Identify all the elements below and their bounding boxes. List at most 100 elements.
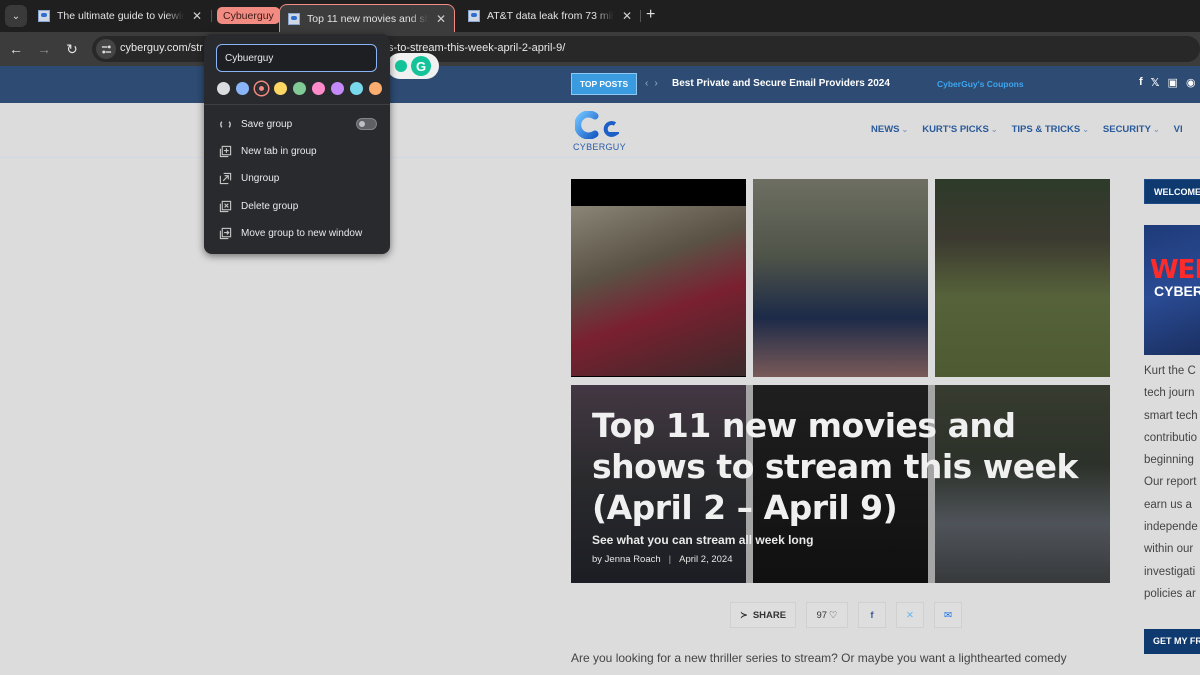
like-button[interactable]: 97 ♡ [806, 602, 848, 628]
nav-news[interactable]: NEWS ⌄ [871, 124, 908, 135]
menu-item-label: Save group [241, 118, 293, 130]
reload-button[interactable]: ↻ [62, 39, 82, 59]
about-line: Kurt the C [1144, 365, 1196, 377]
arrow-left-icon: ← [9, 41, 23, 57]
color-swatch-blue[interactable] [236, 82, 249, 95]
nav-label: KURT'S PICKS [922, 124, 989, 135]
about-line: independe [1144, 521, 1198, 534]
move-window-icon [218, 226, 232, 240]
delete-group-icon [218, 199, 232, 213]
instagram-icon[interactable]: ▣ [1168, 76, 1178, 89]
site-top-bar: TOP POSTS ‹› Best Private and Secure Ema… [0, 66, 1200, 103]
site-info-button[interactable] [96, 39, 116, 59]
logo-text: CYBERGUY [573, 142, 626, 152]
color-swatch-green[interactable] [293, 82, 306, 95]
chevron-down-icon: ⌄ [1152, 125, 1160, 134]
arrow-right-icon: → [37, 41, 51, 57]
article-lead-paragraph: Are you looking for a new thriller serie… [571, 651, 1067, 665]
tab-1[interactable]: The ultimate guide to viewing t ✕ [30, 4, 210, 28]
about-line: beginning [1144, 454, 1194, 467]
chevron-left-icon[interactable]: ‹ [645, 78, 654, 89]
publish-date: April 2, 2024 [679, 554, 733, 565]
tab-separator [211, 10, 212, 22]
tab-group-menu: Save group New tab in group Ungroup Dele… [204, 34, 390, 254]
color-swatch-pink[interactable] [312, 82, 325, 95]
facebook-icon: f [870, 609, 874, 621]
menu-item-save-group[interactable]: Save group [204, 111, 390, 137]
grammarly-widget[interactable]: G [387, 53, 439, 79]
nav-security[interactable]: SECURITY ⌄ [1103, 124, 1160, 135]
hero-image-3 [935, 179, 1110, 377]
ticker-arrows[interactable]: ‹› [645, 78, 664, 89]
save-group-toggle[interactable] [356, 118, 377, 130]
share-facebook-button[interactable]: f [858, 602, 886, 628]
color-swatch-yellow[interactable] [274, 82, 287, 95]
url-text: cyberguy.com/str [120, 42, 203, 54]
menu-divider [204, 104, 390, 105]
close-tab-icon[interactable]: ✕ [192, 9, 202, 23]
back-button[interactable]: ← [6, 39, 26, 59]
tab-search-button[interactable]: ⌄ [5, 5, 27, 27]
tab-3[interactable]: AT&T data leak from 73 million ✕ [460, 4, 640, 28]
tab-group-chip[interactable]: Cybuerguy [217, 7, 280, 24]
favicon-icon [468, 10, 480, 22]
meta-divider: | [668, 554, 672, 565]
nav-videos[interactable]: VI [1174, 124, 1183, 135]
share-button[interactable]: ≻ SHARE [730, 602, 796, 628]
group-color-picker [217, 82, 382, 95]
save-group-icon [218, 117, 232, 131]
favicon-icon [38, 10, 50, 22]
color-swatch-cyan[interactable] [350, 82, 363, 95]
facebook-icon[interactable]: f [1139, 76, 1143, 89]
chevron-right-icon[interactable]: › [654, 78, 663, 89]
group-name-input[interactable] [216, 44, 377, 72]
ticker-headline[interactable]: Best Private and Secure Email Providers … [672, 78, 890, 89]
new-tab-button[interactable]: + [646, 6, 655, 24]
color-swatch-purple[interactable] [331, 82, 344, 95]
color-swatch-orange[interactable] [369, 82, 382, 95]
x-icon: ✕ [906, 609, 914, 621]
share-x-button[interactable]: ✕ [896, 602, 924, 628]
pinterest-icon[interactable]: ◉ [1186, 76, 1196, 89]
ungroup-icon [218, 171, 232, 185]
about-text: Kurt the C tech journ smart tech contrib… [1144, 360, 1200, 605]
menu-item-move-group-to-new-window[interactable]: Move group to new window [204, 220, 390, 246]
about-line: investigati [1144, 565, 1196, 578]
email-icon: ✉ [944, 609, 952, 621]
menu-item-delete-group[interactable]: Delete group [204, 193, 390, 219]
menu-item-label: Move group to new window [241, 227, 363, 239]
favicon-icon [288, 12, 300, 25]
close-tab-icon[interactable]: ✕ [436, 12, 446, 26]
about-line: earn us a [1144, 498, 1192, 511]
color-swatch-red[interactable] [255, 82, 268, 95]
share-email-button[interactable]: ✉ [934, 602, 962, 628]
like-count: 97 [816, 609, 828, 621]
coupons-link[interactable]: CyberGuy's Coupons [937, 79, 1024, 89]
lightbulb-icon[interactable] [395, 60, 407, 72]
browser-toolbar: ← → ↻ cyberguy.com/str s-to-stream-this-… [0, 32, 1200, 66]
tab-strip: ⌄ The ultimate guide to viewing t ✕ Cybu… [0, 0, 1200, 32]
grammarly-icon[interactable]: G [411, 56, 431, 76]
hero-image-2 [753, 179, 928, 377]
nav-tips-tricks[interactable]: TIPS & TRICKS ⌄ [1012, 124, 1089, 135]
hero-image-1-content [571, 206, 746, 376]
site-logo[interactable]: CYBERGUY [573, 109, 627, 155]
tab-2-active[interactable]: Top 11 new movies and shows t ✕ [279, 4, 455, 32]
menu-item-ungroup[interactable]: Ungroup [204, 165, 390, 191]
x-icon[interactable]: 𝕏 [1151, 76, 1160, 89]
nav-kurts-picks[interactable]: KURT'S PICKS ⌄ [922, 124, 997, 135]
menu-item-new-tab-in-group[interactable]: New tab in group [204, 138, 390, 164]
tab-separator [640, 10, 641, 22]
social-links: f 𝕏 ▣ ◉ [1139, 76, 1196, 89]
close-tab-icon[interactable]: ✕ [622, 9, 632, 23]
forward-button[interactable]: → [34, 39, 54, 59]
cta-button[interactable]: GET MY FR [1144, 629, 1200, 654]
tab-title: The ultimate guide to viewing t [57, 10, 184, 22]
top-posts-badge: TOP POSTS [571, 73, 637, 95]
color-swatch-grey[interactable] [217, 82, 230, 95]
about-line: contributio [1144, 431, 1198, 444]
author[interactable]: by Jenna Roach [592, 554, 661, 565]
about-line: smart tech [1144, 409, 1198, 422]
about-line: policies ar [1144, 587, 1196, 600]
share-label: SHARE [752, 609, 787, 621]
